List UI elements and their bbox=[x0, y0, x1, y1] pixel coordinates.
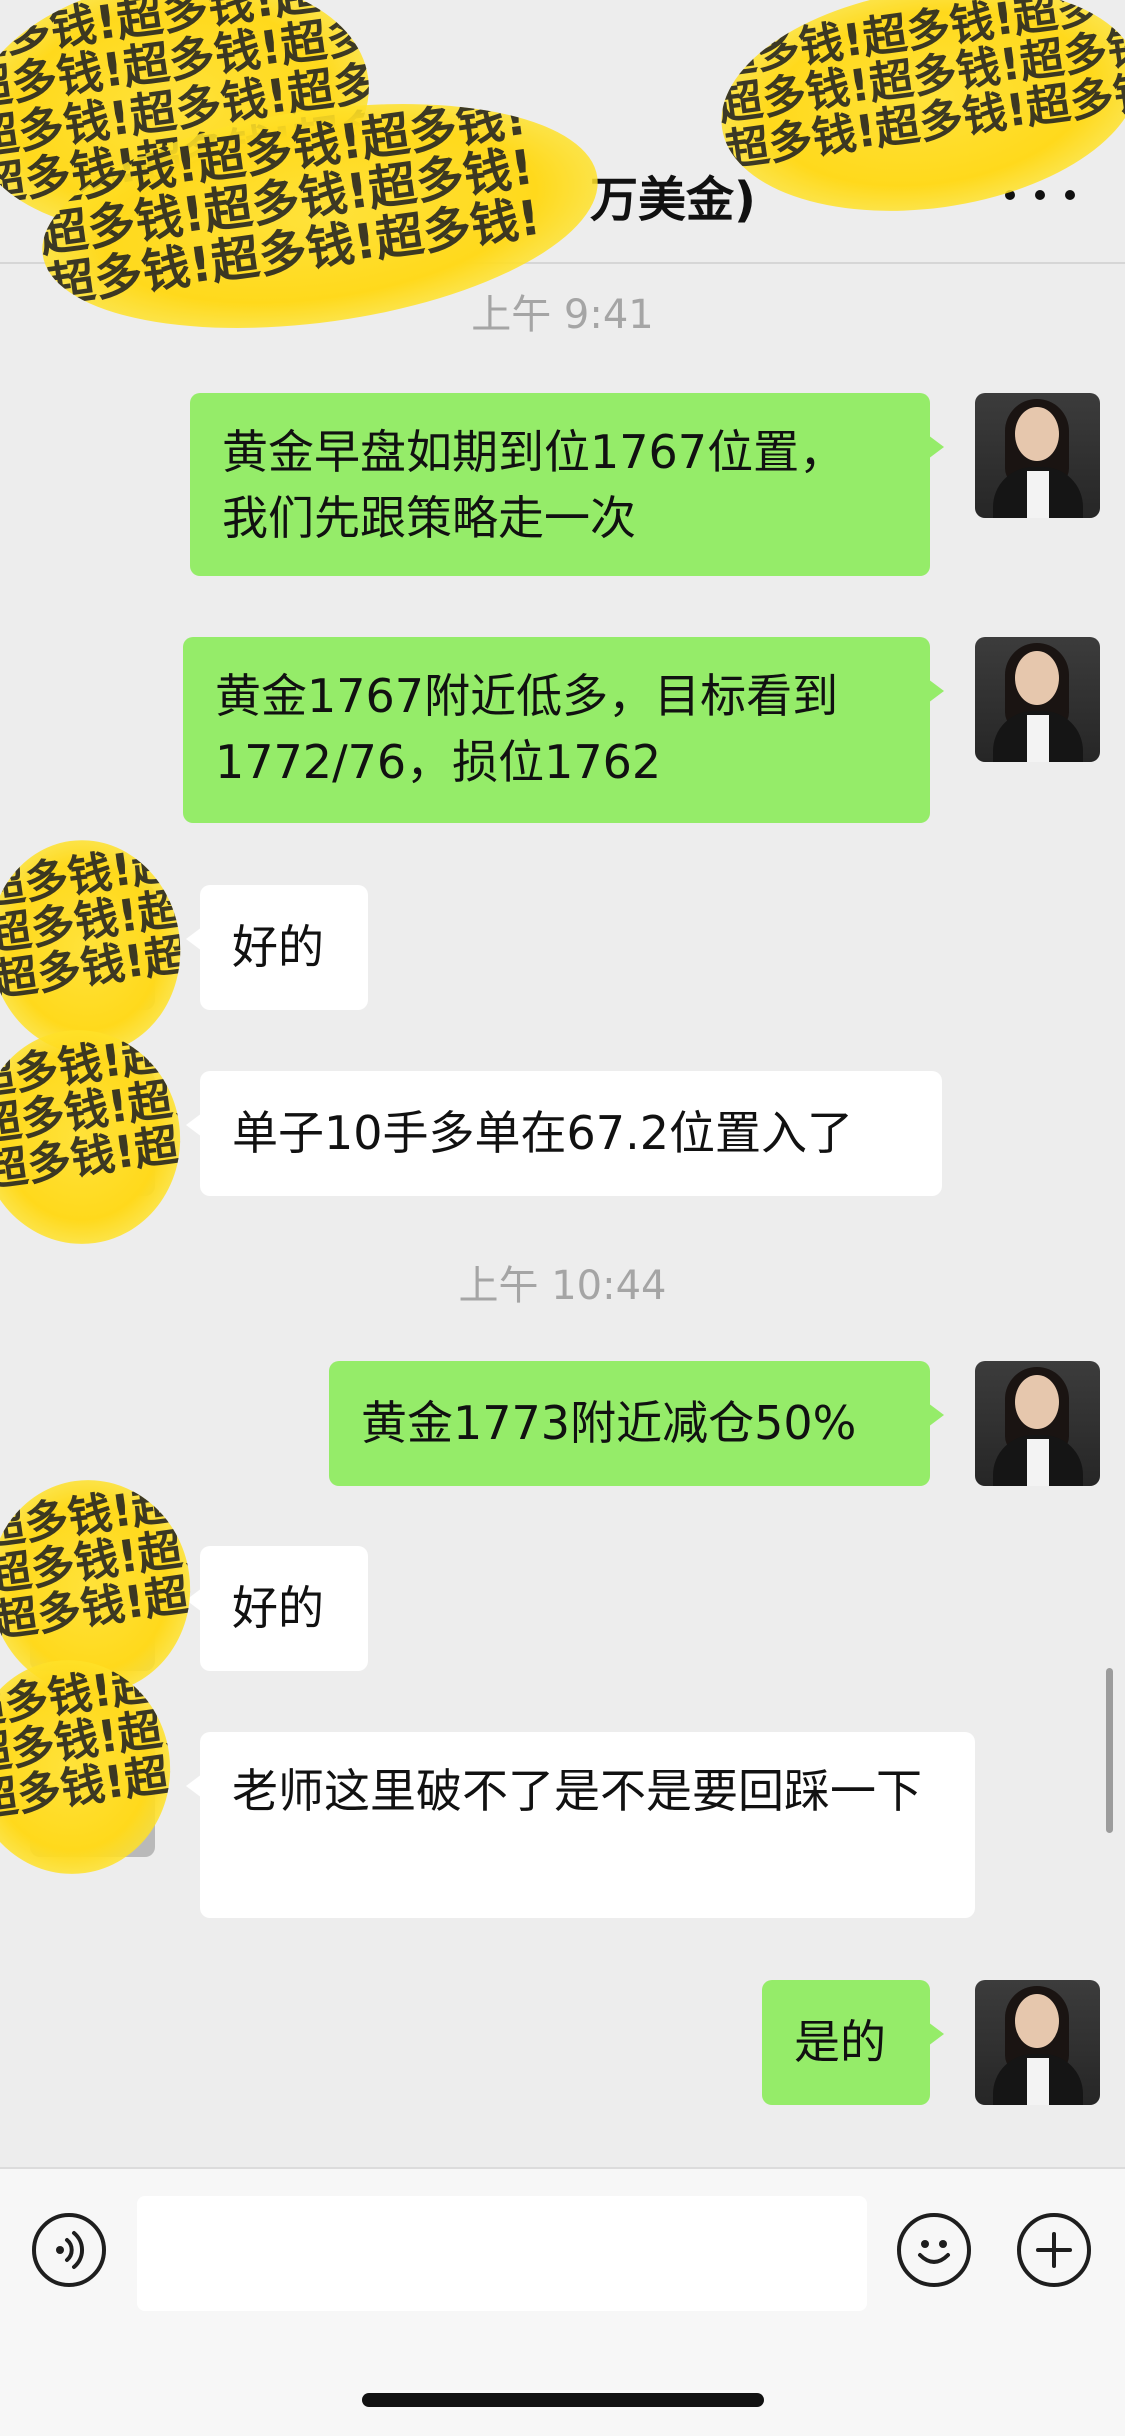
avatar-face bbox=[1015, 407, 1059, 461]
message-bubble-outgoing[interactable]: 黄金早盘如期到位1767位置， 我们先跟策略走一次 bbox=[190, 393, 944, 576]
message-bubble-outgoing[interactable]: 黄金1767附近低多，目标看到1772/76，损位1762 bbox=[183, 637, 944, 823]
scrollbar-thumb[interactable] bbox=[1106, 1668, 1113, 1833]
avatar-shirt bbox=[1027, 471, 1049, 518]
avatar-self[interactable] bbox=[975, 1980, 1100, 2105]
plus-icon bbox=[1036, 2232, 1072, 2268]
avatar-face bbox=[1015, 1375, 1059, 1429]
avatar-face bbox=[1015, 651, 1059, 705]
message-text: 黄金早盘如期到位1767位置， 我们先跟策略走一次 bbox=[222, 425, 846, 545]
message-input[interactable] bbox=[137, 2196, 867, 2311]
message-text: 黄金1767附近低多，目标看到1772/76，损位1762 bbox=[215, 669, 839, 789]
message-text: 黄金1773附近减仓50% bbox=[361, 1396, 857, 1450]
message-bubble-outgoing[interactable]: 是的 bbox=[762, 1980, 944, 2105]
timestamp: 上午 10:44 bbox=[458, 1263, 667, 1309]
emoji-icon bbox=[918, 2240, 950, 2264]
avatar-shirt bbox=[1027, 1439, 1049, 1486]
avatar-self[interactable] bbox=[975, 637, 1100, 762]
message-text: 好的 bbox=[232, 1581, 324, 1635]
message-text: 好的 bbox=[232, 920, 324, 974]
sticker-overlay: 超多钱!超多钱!超多钱! 超多钱!超多钱!超多钱! 超多钱!超多钱!超多钱! bbox=[0, 1017, 194, 1257]
emoji-button[interactable] bbox=[897, 2213, 971, 2287]
avatar-self[interactable] bbox=[975, 1361, 1100, 1486]
avatar-shirt bbox=[1027, 2058, 1049, 2105]
message-bubble-incoming[interactable]: 好的 bbox=[186, 885, 368, 1010]
sticker-overlay: 超多钱!超多钱!超多钱! 超多钱!超多钱!超多钱! 超多钱!超多钱!超多钱! bbox=[0, 1647, 184, 1887]
message-bubble-incoming[interactable]: 好的 bbox=[186, 1546, 368, 1671]
chat-screen: 万美金) 上午 9:41 黄金早盘如期到位1767位置， 我们先跟策略走一次 黄… bbox=[0, 0, 1125, 2436]
message-text: 老师这里破不了是不是要回踩一下 bbox=[232, 1764, 922, 1818]
message-text: 是的 bbox=[794, 2015, 886, 2069]
message-bubble-incoming[interactable]: 单子10手多单在67.2位置入了 bbox=[186, 1071, 942, 1196]
message-bubble-incoming[interactable]: 老师这里破不了是不是要回踩一下 bbox=[186, 1732, 975, 1918]
avatar-shirt bbox=[1027, 715, 1049, 762]
voice-icon bbox=[56, 2231, 85, 2269]
add-button[interactable] bbox=[1017, 2213, 1091, 2287]
home-indicator[interactable] bbox=[362, 2393, 764, 2407]
avatar-face bbox=[1015, 1994, 1059, 2048]
more-dot bbox=[1035, 190, 1045, 200]
message-bubble-outgoing[interactable]: 黄金1773附近减仓50% bbox=[329, 1361, 944, 1486]
voice-button[interactable] bbox=[32, 2213, 106, 2287]
more-dot bbox=[1065, 190, 1075, 200]
avatar-self[interactable] bbox=[975, 393, 1100, 518]
message-text: 单子10手多单在67.2位置入了 bbox=[232, 1106, 853, 1160]
